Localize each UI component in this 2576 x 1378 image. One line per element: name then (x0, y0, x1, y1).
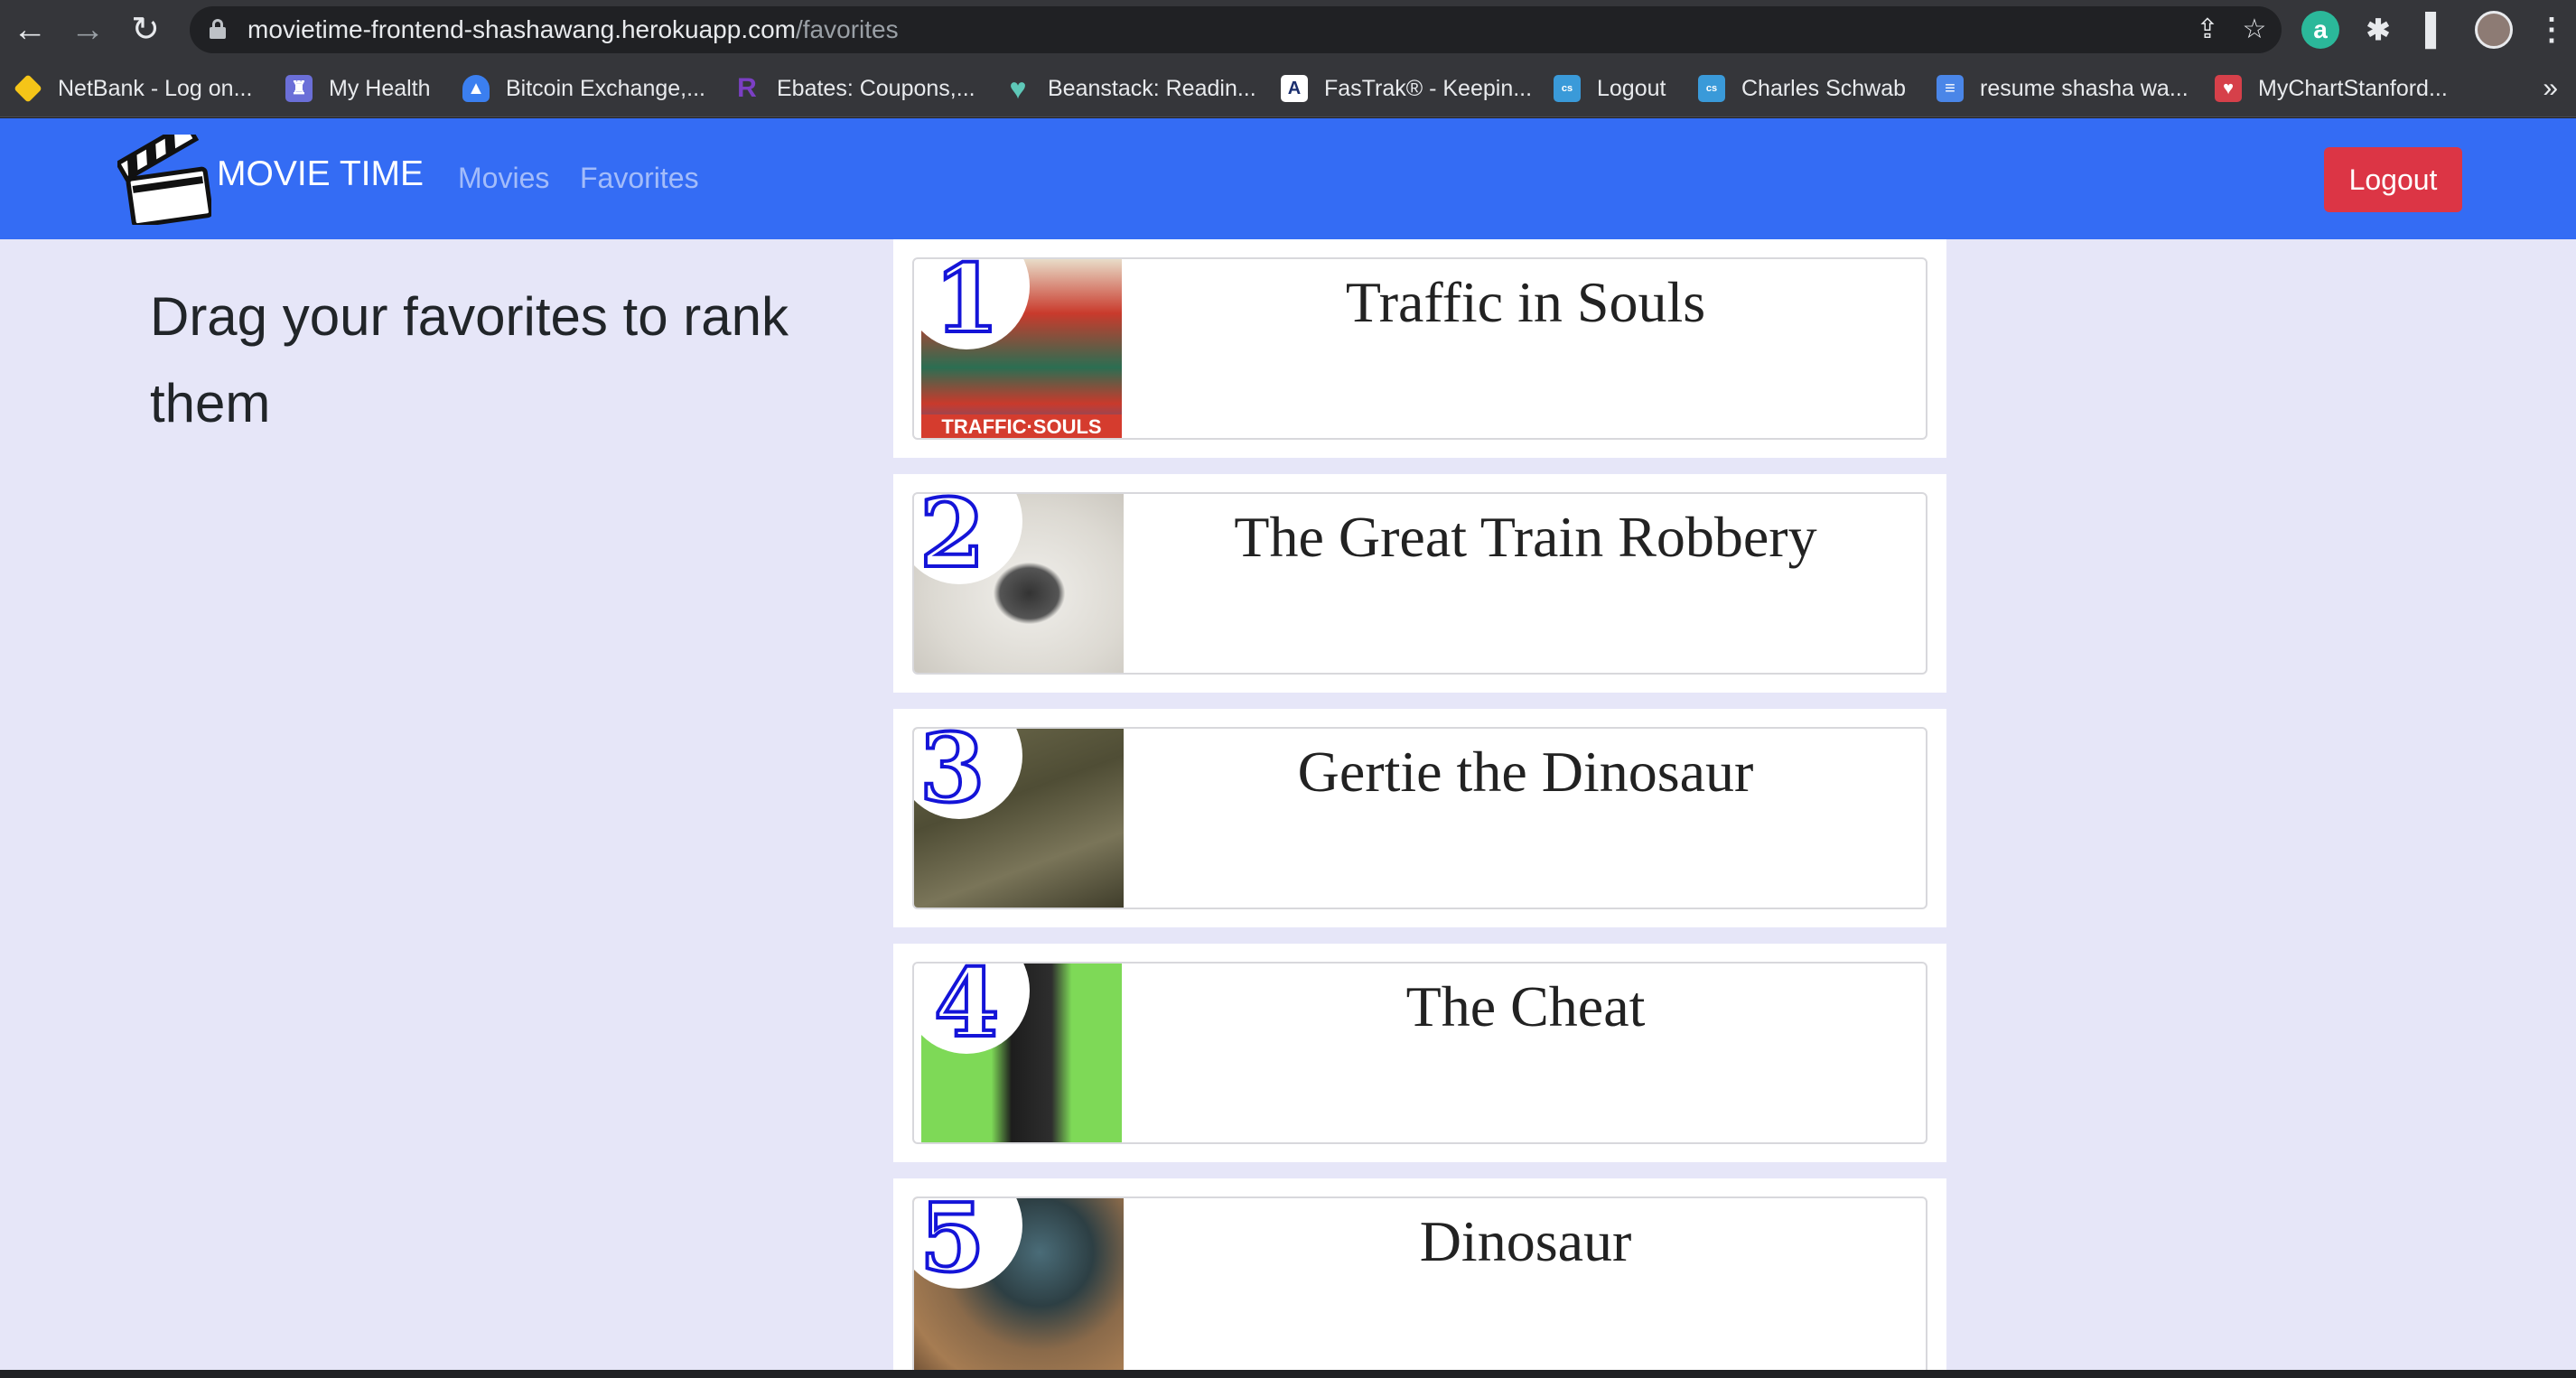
bookmark-ebates[interactable]: R Ebates: Coupons,... (733, 72, 975, 105)
menu-icon[interactable]: ⋮ (2533, 11, 2571, 49)
movie-title: The Great Train Robbery (1234, 505, 1817, 569)
poster-art-text: TRAFFIC·SOULS (921, 414, 1122, 438)
movie-poster: 3 (914, 729, 1124, 908)
bookmarks-overflow-icon[interactable]: » (2543, 72, 2558, 105)
rank-number: 1 (932, 259, 1001, 354)
nav-favorites-link[interactable]: Favorites (580, 160, 699, 196)
clapperboard-icon[interactable] (117, 135, 211, 225)
favorite-item[interactable]: 3 Gertie the Dinosaur (893, 709, 1946, 927)
heart-icon: ♥ (1009, 72, 1027, 105)
favorite-card[interactable]: 5 Dinosaur (912, 1196, 1927, 1370)
favorite-card[interactable]: 2 The Great Train Robbery (912, 492, 1927, 675)
browser-toolbar: ← → ↻ movietime-frontend-shashawang.hero… (0, 0, 2576, 60)
share-icon[interactable]: ⇪ (2191, 14, 2224, 46)
movie-title: Traffic in Souls (1345, 270, 1706, 334)
bookmark-beanstack[interactable]: ♥ Beanstack: Readin... (1004, 72, 1256, 105)
bottom-edge (0, 1370, 2576, 1378)
r-letter-icon: R (737, 73, 757, 103)
page-title: Drag your favorites to rank them (150, 286, 789, 433)
health-icon: ♜ (285, 75, 313, 102)
movie-title: Gertie the Dinosaur (1297, 740, 1754, 804)
url-host: movietime-frontend-shashawang.herokuapp.… (247, 15, 796, 43)
bookmark-resume[interactable]: ≡ resume shasha wa... (1937, 72, 2189, 105)
movie-title: Dinosaur (1419, 1209, 1632, 1273)
triangle-icon: ▲ (462, 75, 490, 102)
movie-title: The Cheat (1405, 974, 1646, 1038)
favorite-item[interactable]: 5 Dinosaur (893, 1178, 1946, 1370)
app-navbar: MOVIE TIME Movies Favorites Logout (0, 118, 2576, 239)
bookmark-label: NetBank - Log on... (58, 76, 253, 101)
favorite-card[interactable]: 4 The Cheat (912, 962, 1927, 1144)
bookmark-netbank[interactable]: NetBank - Log on... (14, 72, 252, 105)
favorite-card[interactable]: TRAFFIC·SOULS 1 Traffic in Souls (912, 257, 1927, 440)
bookmark-label: resume shasha wa... (1980, 76, 2189, 101)
url-text: movietime-frontend-shashawang.herokuapp.… (247, 6, 899, 53)
bookmark-label: MyChartStanford... (2258, 76, 2448, 101)
bookmark-label: Charles Schwab (1741, 76, 1907, 101)
rank-number: 3 (918, 729, 986, 824)
bookmark-star-icon[interactable]: ☆ (2238, 14, 2271, 46)
movie-poster: TRAFFIC·SOULS 1 (921, 259, 1122, 438)
favorite-item[interactable]: 2 The Great Train Robbery (893, 474, 1946, 693)
movie-poster: 5 (914, 1198, 1124, 1370)
bookmark-bitcoin[interactable]: ▲ Bitcoin Exchange,... (462, 72, 705, 105)
bookmark-label: Bitcoin Exchange,... (506, 76, 705, 101)
bookmark-label: Beanstack: Readin... (1048, 76, 1256, 101)
rank-number: 2 (918, 494, 986, 589)
schwab-icon: cs (1554, 75, 1581, 102)
profile-avatar[interactable] (2475, 11, 2513, 49)
url-path: /favorites (796, 15, 899, 43)
bookmark-fastrak[interactable]: A FasTrak® - Keepin... (1281, 72, 1532, 105)
extension-a-icon[interactable]: a (2301, 11, 2339, 49)
bookmarks-bar: NetBank - Log on... ♜ My Health ▲ Bitcoin … (0, 60, 2576, 117)
forward-icon[interactable]: → (67, 9, 108, 51)
favorite-item[interactable]: TRAFFIC·SOULS 1 Traffic in Souls (893, 239, 1946, 458)
puzzle-icon[interactable]: ✱ (2359, 11, 2397, 49)
back-icon[interactable]: ← (9, 9, 51, 51)
bookmark-mychart[interactable]: ♥ MyChartStanford... (2215, 72, 2448, 105)
nav-movies-link[interactable]: Movies (458, 160, 549, 196)
doc-icon: ≡ (1937, 75, 1964, 102)
lock-icon[interactable] (210, 19, 226, 39)
favorite-card[interactable]: 3 Gertie the Dinosaur (912, 727, 1927, 909)
side-panel-icon[interactable]: ▌ (2417, 11, 2455, 49)
bookmark-label: My Health (329, 76, 431, 101)
reload-icon[interactable]: ↻ (125, 9, 166, 51)
bookmark-charles-schwab[interactable]: cs Charles Schwab (1698, 72, 1906, 105)
rank-number: 5 (918, 1198, 986, 1293)
fastrak-icon: A (1281, 75, 1308, 102)
bookmark-label: Ebates: Coupons,... (777, 76, 975, 101)
brand-title[interactable]: MOVIE TIME (217, 153, 424, 196)
logout-button[interactable]: Logout (2324, 147, 2462, 212)
movie-poster: 2 (914, 494, 1124, 673)
diamond-icon (14, 74, 42, 103)
movie-poster: 4 (921, 964, 1122, 1142)
bookmark-label: FasTrak® - Keepin... (1324, 76, 1533, 101)
bookmark-logout[interactable]: cs Logout (1554, 72, 1666, 105)
schwab-icon: cs (1698, 75, 1725, 102)
favorite-item[interactable]: 4 The Cheat (893, 944, 1946, 1162)
bookmark-my-health[interactable]: ♜ My Health (285, 72, 431, 105)
mychart-icon: ♥ (2215, 75, 2242, 102)
rank-number: 4 (932, 964, 1001, 1058)
page-viewport: MOVIE TIME Movies Favorites Logout Drag … (0, 118, 2576, 1370)
address-bar[interactable]: movietime-frontend-shashawang.herokuapp.… (190, 6, 2282, 53)
bookmark-label: Logout (1597, 76, 1666, 101)
